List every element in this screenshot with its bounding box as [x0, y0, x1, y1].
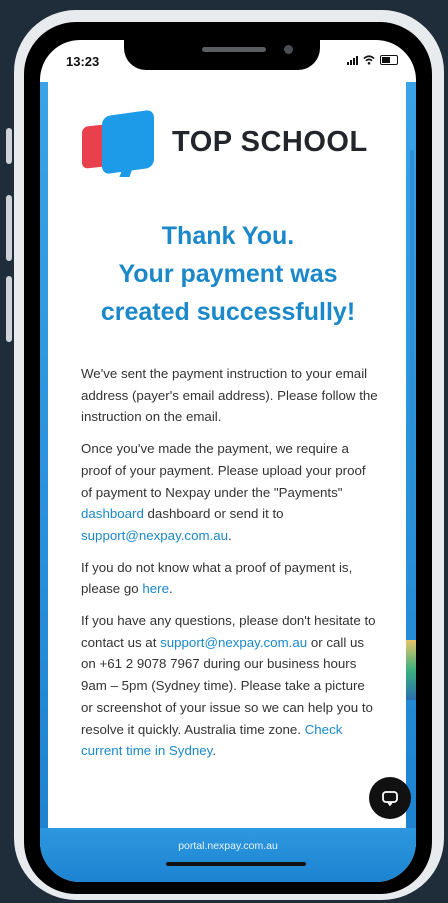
dashboard-link[interactable]: dashboard — [81, 506, 144, 521]
speaker-icon — [202, 47, 266, 52]
contact-email-link[interactable]: support@nexpay.com.au — [160, 635, 307, 650]
background-decoration — [406, 640, 416, 700]
headline-line-1: Thank You. — [161, 222, 295, 250]
status-time: 13:23 — [66, 54, 100, 69]
wifi-icon — [363, 55, 375, 65]
headline-line-3: created successfully! — [100, 298, 356, 326]
flag-logo-icon — [82, 105, 160, 179]
here-link[interactable]: here — [142, 581, 169, 596]
scrollbar[interactable] — [410, 150, 414, 530]
logo-text: TOP SCHOOL — [172, 125, 368, 158]
signal-icon — [347, 55, 358, 65]
volume-up-button — [6, 195, 12, 261]
top-school-logo: TOP SCHOOL — [82, 105, 368, 179]
notch — [124, 40, 320, 70]
chat-button[interactable] — [369, 777, 411, 819]
status-icons — [347, 55, 398, 65]
volume-down-button — [6, 276, 12, 342]
phone-screen: 13:23 TOP SCHOOL Thank You. Your payment… — [40, 40, 416, 882]
browser-footer: portal.nexpay.com.au — [40, 828, 416, 882]
home-indicator[interactable] — [166, 862, 306, 866]
paragraph-email-sent: We've sent the payment instruction to yo… — [81, 366, 378, 425]
camera-icon — [284, 45, 293, 54]
url-label[interactable]: portal.nexpay.com.au — [40, 840, 416, 852]
silent-switch — [6, 128, 12, 164]
message-body: We've sent the payment instruction to yo… — [81, 363, 379, 772]
headline-line-2: Your payment was — [118, 260, 338, 288]
paragraph-proof-upload: Once you've made the payment, we require… — [81, 441, 366, 543]
chat-bubble-icon — [382, 791, 398, 806]
confirmation-headline: Thank You. Your payment was created succ… — [80, 217, 376, 331]
left-blue-strip — [40, 82, 48, 842]
paragraph-proof-help: If you do not know what a proof of payme… — [81, 559, 353, 597]
battery-icon — [380, 55, 398, 65]
support-email-link[interactable]: support@nexpay.com.au — [81, 528, 228, 543]
paragraph-contact: If you have any questions, please don't … — [81, 613, 376, 759]
